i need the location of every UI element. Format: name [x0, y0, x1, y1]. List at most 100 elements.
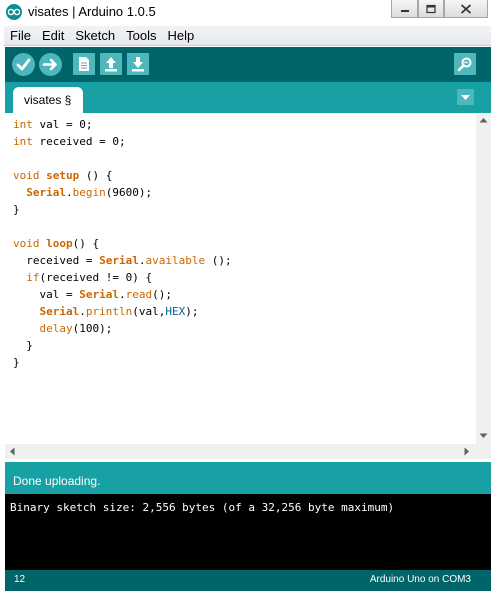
- code-token: ();: [152, 288, 172, 301]
- code-line[interactable]: void setup () {: [13, 169, 112, 182]
- code-token: (val,: [132, 305, 166, 318]
- code-token: .: [66, 186, 73, 199]
- code-token: Serial: [39, 305, 80, 318]
- code-line[interactable]: void loop() {: [13, 237, 99, 250]
- verify-button[interactable]: [12, 53, 35, 76]
- code-line[interactable]: delay(100);: [13, 322, 113, 335]
- code-token: () {: [79, 169, 113, 182]
- close-button[interactable]: [444, 0, 488, 18]
- scroll-right-icon[interactable]: [464, 447, 470, 456]
- code-token: read: [125, 288, 153, 301]
- code-token: .: [118, 288, 126, 301]
- maximize-button[interactable]: [418, 0, 444, 18]
- save-arrow-down-icon: [132, 57, 144, 72]
- code-token: (9600);: [105, 186, 153, 199]
- code-token: val =: [13, 288, 80, 301]
- code-line[interactable]: received = Serial.available ();: [13, 254, 232, 267]
- code-token: int: [13, 118, 33, 131]
- menu-file[interactable]: File: [4, 26, 36, 44]
- minimize-icon: [400, 9, 409, 12]
- close-icon: [460, 3, 472, 14]
- code-line[interactable]: int received = 0;: [13, 135, 126, 148]
- code-token: }: [13, 339, 33, 352]
- vertical-scrollbar[interactable]: [476, 113, 491, 444]
- upload-arrow-icon: [42, 58, 57, 71]
- code-token: Serial: [99, 254, 139, 267]
- menu-sketch[interactable]: Sketch: [69, 26, 120, 44]
- maximize-icon: [426, 4, 436, 13]
- code-token: received =: [13, 254, 100, 267]
- menu-tools[interactable]: Tools: [120, 26, 161, 44]
- console-text: Binary sketch size: 2,556 bytes (of a 32…: [10, 501, 395, 514]
- title-bar: visates | Arduino 1.0.5: [0, 0, 491, 26]
- code-line[interactable]: }: [13, 356, 20, 369]
- scroll-up-icon[interactable]: [479, 117, 488, 123]
- code-token: );: [185, 305, 199, 318]
- code-line[interactable]: int val = 0;: [13, 118, 92, 131]
- arduino-logo-icon: [6, 4, 22, 20]
- code-token: (received != 0) {: [39, 271, 153, 284]
- code-token: Serial: [79, 288, 119, 301]
- window-title: visates | Arduino 1.0.5: [28, 4, 156, 19]
- code-token: if: [26, 271, 40, 284]
- code-token: delay: [39, 322, 73, 335]
- code-token: }: [13, 356, 20, 369]
- code-line[interactable]: }: [13, 339, 33, 352]
- code-token: loop: [46, 237, 73, 250]
- code-editor[interactable]: int val = 0; int received = 0; void setu…: [5, 113, 476, 444]
- code-token: int: [13, 135, 33, 148]
- scroll-down-icon[interactable]: [479, 433, 488, 439]
- status-message: Done uploading.: [13, 474, 101, 488]
- console-output: Binary sketch size: 2,556 bytes (of a 32…: [5, 494, 491, 570]
- serial-monitor-button[interactable]: [454, 53, 476, 75]
- chevron-down-icon: [461, 95, 470, 100]
- code-line[interactable]: val = Serial.read();: [13, 288, 172, 301]
- board-port-label: Arduino Uno on COM3: [369, 574, 471, 585]
- code-token: void: [13, 237, 40, 250]
- tab-menu-button[interactable]: [457, 89, 474, 105]
- code-text[interactable]: int val = 0; int received = 0; void setu…: [5, 113, 476, 371]
- scroll-corner: [476, 444, 491, 459]
- status-bar: Done uploading.: [5, 462, 491, 494]
- code-token: Serial: [26, 186, 66, 199]
- code-token: val = 0;: [32, 118, 93, 131]
- code-token: .: [79, 305, 86, 318]
- code-token: () {: [72, 237, 100, 250]
- code-token: available: [145, 254, 206, 267]
- open-arrow-up-icon: [105, 57, 117, 72]
- code-token: }: [13, 203, 20, 216]
- code-line[interactable]: if(received != 0) {: [13, 271, 152, 284]
- code-line[interactable]: Serial.println(val,HEX);: [13, 305, 199, 318]
- scroll-left-icon[interactable]: [9, 447, 15, 456]
- code-token: begin: [72, 186, 106, 199]
- code-token: HEX: [165, 305, 186, 318]
- new-file-icon: [79, 57, 89, 71]
- horizontal-scrollbar[interactable]: [5, 444, 476, 459]
- code-token: received = 0;: [32, 135, 126, 148]
- code-line[interactable]: Serial.begin(9600);: [13, 186, 152, 199]
- line-number: 12: [14, 574, 26, 585]
- tab-visates[interactable]: visates §: [13, 87, 84, 113]
- new-button[interactable]: [73, 53, 95, 75]
- save-button[interactable]: [127, 53, 149, 75]
- menu-help[interactable]: Help: [161, 26, 199, 44]
- menu-edit[interactable]: Edit: [36, 26, 69, 44]
- verify-icon: [16, 58, 31, 71]
- code-line[interactable]: }: [13, 203, 20, 216]
- toolbar: [5, 47, 491, 82]
- menu-bar: File Edit Sketch Tools Help: [4, 26, 491, 46]
- footer-bar: 12 Arduino Uno on COM3: [5, 570, 491, 591]
- code-token: void: [13, 169, 40, 182]
- code-token: setup: [46, 169, 80, 182]
- code-token: ();: [205, 254, 232, 267]
- tab-bar: visates §: [5, 82, 491, 113]
- open-button[interactable]: [100, 53, 122, 75]
- upload-button[interactable]: [39, 53, 62, 76]
- serial-monitor-icon: [457, 57, 472, 72]
- minimize-button[interactable]: [391, 0, 418, 18]
- code-token: (100);: [72, 322, 113, 335]
